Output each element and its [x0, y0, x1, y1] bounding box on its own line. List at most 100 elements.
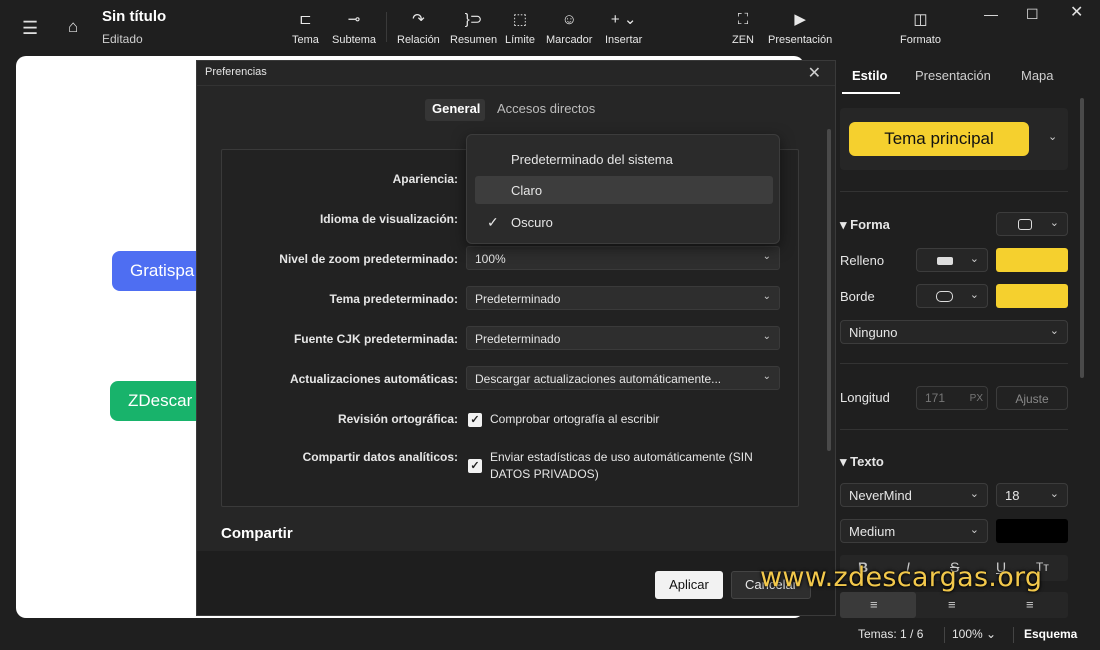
toolbar-divider [386, 12, 387, 42]
align-left-active-bg [840, 592, 916, 618]
text-section-header[interactable]: ▾ Texto [840, 454, 884, 470]
tool-format-button[interactable]: ◫ Formato [900, 10, 941, 46]
shape-section-header[interactable]: ▾ Forma [840, 217, 890, 233]
border-style-select[interactable]: Ninguno ⌄ [840, 320, 1068, 344]
align-center-icon[interactable]: ≡ [948, 597, 956, 612]
relationship-icon: ↷ [412, 11, 425, 28]
chevron-down-icon: ⌄ [969, 289, 979, 301]
tool-label: Presentación [768, 34, 833, 46]
adjust-button[interactable]: Ajuste [996, 386, 1068, 410]
active-tab-underline [842, 92, 900, 94]
tab-general[interactable]: General [432, 101, 480, 116]
zen-icon: ⛶ [737, 11, 749, 28]
format-icon: ◫ [913, 11, 928, 28]
tool-label: Subtema [332, 34, 377, 46]
fill-pattern-selector[interactable]: ⌄ [916, 248, 988, 272]
outline-view-button[interactable]: Esquema [1024, 627, 1077, 641]
tool-label: Relación [397, 34, 440, 46]
tool-subtopic-button[interactable]: ⊸ Subtema [332, 10, 376, 46]
divider [197, 85, 835, 86]
tool-topic-button[interactable]: ⊏ Tema [292, 10, 319, 46]
length-unit: PX [969, 393, 983, 404]
close-icon[interactable]: ✕ [1070, 3, 1083, 23]
tab-presentation[interactable]: Presentación [915, 68, 991, 83]
analytics-checkbox[interactable]: ✓ [468, 459, 482, 473]
appearance-option-system[interactable]: Predeterminado del sistema [475, 145, 773, 173]
tool-label: Límite [505, 34, 535, 46]
tab-shortcuts[interactable]: Accesos directos [497, 101, 595, 116]
section-title: Forma [850, 217, 890, 232]
divider [944, 627, 945, 643]
tool-label: ZEN [732, 34, 754, 46]
font-family-value: NeverMind [849, 488, 912, 503]
chevron-down-icon: ⌄ [1049, 325, 1059, 337]
updates-label: Actualizaciones automáticas: [289, 372, 458, 386]
apply-button[interactable]: Aplicar [655, 571, 723, 599]
divider [840, 191, 1068, 192]
zoom-level[interactable]: 100% ⌄ [952, 627, 996, 641]
home-icon[interactable]: ⌂ [68, 17, 78, 37]
tool-label: Resumen [450, 34, 498, 46]
fill-color-swatch[interactable] [996, 248, 1068, 272]
text-color-swatch[interactable] [996, 519, 1068, 543]
tool-presentation-button[interactable]: ▶ Presentación [768, 10, 832, 46]
divider [840, 363, 1068, 364]
topic-style-selector[interactable]: Tema principal ⌄ [840, 108, 1068, 170]
tool-marker-button[interactable]: ☺ Marcador [546, 10, 592, 46]
close-icon[interactable]: ✕ [808, 63, 821, 83]
font-size-value: 18 [1005, 488, 1020, 503]
tool-relationship-button[interactable]: ↷ Relación [397, 10, 440, 46]
font-size-select[interactable]: 18 ⌄ [996, 483, 1068, 507]
marker-icon: ☺ [561, 11, 577, 28]
document-title[interactable]: Sin título [102, 8, 166, 25]
chevron-down-icon[interactable]: ⌄ [1048, 130, 1057, 143]
topic-node[interactable]: ZDescar [110, 381, 210, 421]
adjust-label: Ajuste [1015, 392, 1049, 406]
tool-summary-button[interactable]: }⊃ Resumen [450, 10, 497, 46]
checkmark-icon: ✓ [487, 214, 499, 230]
border-label: Borde [840, 289, 875, 304]
updates-select[interactable]: Descargar actualizaciones automáticament… [466, 366, 780, 390]
minimize-icon[interactable]: — [984, 4, 998, 24]
text-align-bar: ≡ ≡ ≡ [840, 592, 1068, 618]
border-shape-selector[interactable]: ⌄ [916, 284, 988, 308]
updates-select-value: Descargar actualizaciones automáticament… [475, 372, 722, 386]
chevron-down-icon: ⌄ [1049, 217, 1059, 229]
spellcheck-checkbox[interactable]: ✓ [468, 413, 482, 427]
topic-style-preview[interactable]: Tema principal [849, 122, 1029, 156]
font-weight-value: Medium [849, 524, 896, 539]
analytics-label: Compartir datos analíticos: [302, 450, 458, 464]
chevron-down-icon: ⌄ [762, 331, 771, 342]
tab-style[interactable]: Estilo [852, 68, 887, 83]
status-bar: Temas: 1 / 6 100% ⌄ Esquema [836, 622, 1100, 650]
topic-count: Temas: 1 / 6 [858, 627, 924, 641]
shape-selector[interactable]: ⌄ [996, 212, 1068, 236]
topic-icon: ⊏ [299, 11, 312, 28]
tab-map[interactable]: Mapa [1021, 68, 1054, 83]
appearance-label: Apariencia: [392, 172, 458, 186]
tool-insert-button[interactable]: + ⌄ Insertar [605, 10, 642, 46]
cjk-font-select[interactable]: Predeterminado ⌄ [466, 326, 780, 350]
zoom-select[interactable]: 100% ⌄ [466, 246, 780, 270]
hamburger-menu-icon[interactable]: ☰ [22, 18, 38, 38]
panel-scrollbar[interactable] [1080, 98, 1084, 378]
theme-select[interactable]: Predeterminado ⌄ [466, 286, 780, 310]
length-input[interactable]: 171 PX [916, 386, 988, 410]
font-weight-select[interactable]: Medium ⌄ [840, 519, 988, 543]
appearance-option-dark[interactable]: ✓ Oscuro [475, 208, 773, 236]
shape-icon [1018, 219, 1032, 230]
dialog-scrollbar[interactable] [827, 129, 831, 451]
border-color-swatch[interactable] [996, 284, 1068, 308]
align-left-icon[interactable]: ≡ [870, 597, 878, 612]
tool-zen-button[interactable]: ⛶ ZEN [732, 10, 754, 46]
tool-boundary-button[interactable]: ⬚ Límite [505, 10, 535, 46]
maximize-icon[interactable]: ☐ [1026, 4, 1039, 24]
fill-icon [937, 257, 953, 265]
format-panel: Estilo Presentación Mapa Tema principal … [836, 56, 1086, 618]
appearance-option-light[interactable]: Claro [475, 176, 773, 204]
border-shape-icon [936, 291, 953, 302]
appearance-dropdown: Predeterminado del sistema Claro ✓ Oscur… [466, 134, 780, 244]
subtopic-icon: ⊸ [347, 11, 361, 28]
font-family-select[interactable]: NeverMind ⌄ [840, 483, 988, 507]
align-right-icon[interactable]: ≡ [1026, 597, 1034, 612]
